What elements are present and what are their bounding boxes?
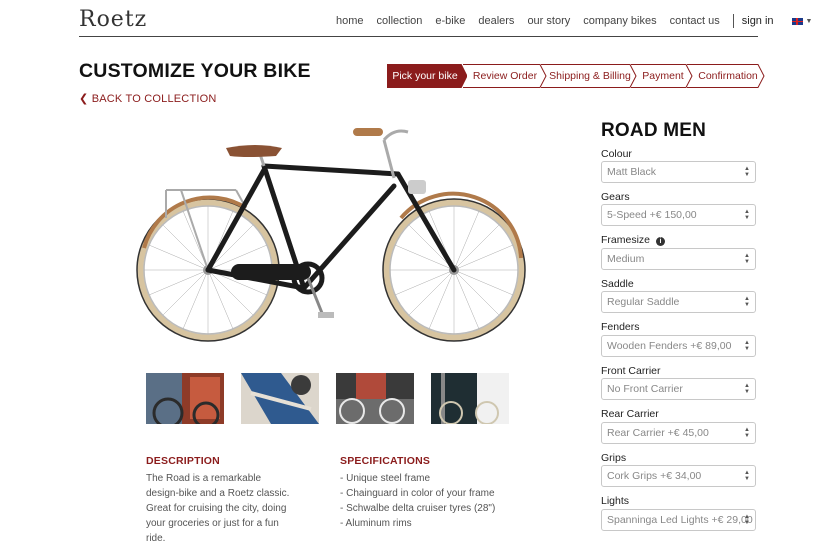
- grips-select[interactable]: Cork Grips +€ 34,00 ▲ ▼: [601, 465, 756, 487]
- grips-value: Cork Grips +€ 34,00: [607, 470, 702, 482]
- rear-carrier-label: Rear Carrier: [601, 408, 659, 420]
- framesize-value: Medium: [607, 253, 645, 265]
- nav-collection[interactable]: collection: [377, 15, 423, 27]
- thumbnail-1[interactable]: [146, 373, 224, 424]
- thumbnail-2[interactable]: [241, 373, 319, 424]
- select-arrows-icon: ▲ ▼: [744, 253, 750, 265]
- step-pick-your-bike[interactable]: Pick your bike: [387, 64, 467, 88]
- step-payment[interactable]: Payment: [631, 64, 693, 88]
- gears-select[interactable]: 5-Speed +€ 150,00 ▲ ▼: [601, 204, 756, 226]
- grips-label: Grips: [601, 452, 627, 464]
- back-link-label: BACK TO COLLECTION: [91, 93, 217, 105]
- gears-value: 5-Speed +€ 150,00: [607, 209, 697, 221]
- select-arrows-icon: ▲ ▼: [744, 296, 750, 308]
- spec-item: - Unique steel frame: [340, 473, 431, 484]
- thumbnail-4[interactable]: [431, 373, 509, 424]
- chevron-down-icon: ▼: [805, 17, 813, 25]
- front-carrier-label: Front Carrier: [601, 365, 661, 377]
- rear-carrier-value: Rear Carrier +€ 45,00: [607, 427, 709, 439]
- gears-label: Gears: [601, 191, 630, 203]
- nav-dealers[interactable]: dealers: [478, 15, 514, 27]
- step-shipping-billing[interactable]: Shipping & Billing: [541, 64, 637, 88]
- language-selector[interactable]: ▼: [791, 15, 813, 27]
- framesize-label: Framesize: [601, 234, 651, 246]
- spec-item: - Schwalbe delta cruiser tyres (28"): [340, 503, 496, 514]
- framesize-select[interactable]: Medium ▲ ▼: [601, 248, 756, 270]
- front-carrier-select[interactable]: No Front Carrier ▲ ▼: [601, 378, 756, 400]
- nav-contact-us[interactable]: contact us: [670, 15, 720, 27]
- uk-flag-icon: [791, 17, 803, 25]
- spec-item: - Aluminum rims: [340, 518, 412, 529]
- select-arrows-icon: ▲ ▼: [744, 166, 750, 178]
- lights-select[interactable]: Spanninga Led Lights +€ 29,00 ▲ ▼: [601, 509, 756, 531]
- select-arrows-icon: ▲ ▼: [744, 470, 750, 482]
- step-label: Payment: [642, 70, 684, 82]
- front-carrier-value: No Front Carrier: [607, 383, 683, 395]
- select-arrows-icon: ▲ ▼: [744, 383, 750, 395]
- step-confirmation[interactable]: Confirmation: [687, 64, 765, 88]
- nav-divider: [732, 14, 734, 28]
- select-arrows-icon: ▲ ▼: [744, 427, 750, 439]
- specifications-heading: SPECIFICATIONS: [340, 455, 431, 467]
- sign-in-link[interactable]: sign in: [742, 15, 774, 27]
- description-heading: DESCRIPTION: [146, 455, 220, 467]
- specifications-list: - Unique steel frame - Chainguard in col…: [340, 471, 495, 531]
- chevron-left-icon: ❮: [79, 93, 89, 105]
- saddle-label: Saddle: [601, 278, 634, 290]
- fenders-select[interactable]: Wooden Fenders +€ 89,00 ▲ ▼: [601, 335, 756, 357]
- fenders-label: Fenders: [601, 321, 640, 333]
- info-icon[interactable]: i: [656, 237, 666, 246]
- colour-value: Matt Black: [607, 166, 657, 178]
- header-divider: [79, 36, 758, 37]
- colour-select[interactable]: Matt Black ▲ ▼: [601, 161, 756, 183]
- rear-carrier-select[interactable]: Rear Carrier +€ 45,00 ▲ ▼: [601, 422, 756, 444]
- nav-our-story[interactable]: our story: [527, 15, 570, 27]
- saddle-value: Regular Saddle: [607, 296, 680, 308]
- select-arrows-icon: ▲ ▼: [744, 340, 750, 352]
- lights-value: Spanninga Led Lights +€ 29,00: [607, 514, 753, 526]
- thumbnail-3[interactable]: [336, 373, 414, 424]
- step-review-order[interactable]: Review Order: [463, 64, 547, 88]
- bike-image: [136, 118, 528, 350]
- colour-label: Colour: [601, 148, 632, 160]
- step-label: Shipping & Billing: [549, 70, 631, 82]
- fenders-value: Wooden Fenders +€ 89,00: [607, 340, 732, 352]
- page-title: CUSTOMIZE YOUR BIKE: [79, 60, 311, 82]
- nav-home[interactable]: home: [336, 15, 364, 27]
- step-label: Review Order: [472, 70, 538, 82]
- back-to-collection-link[interactable]: ❮ BACK TO COLLECTION: [79, 92, 217, 105]
- select-arrows-icon: ▲ ▼: [744, 514, 750, 526]
- product-title: ROAD MEN: [601, 120, 707, 141]
- framesize-label-row: Framesize i: [601, 234, 666, 246]
- main-nav: home collection e-bike dealers our story…: [336, 14, 812, 28]
- nav-company-bikes[interactable]: company bikes: [583, 15, 656, 27]
- step-label: Pick your bike: [392, 70, 458, 82]
- step-label: Confirmation: [698, 70, 758, 82]
- select-arrows-icon: ▲ ▼: [744, 209, 750, 221]
- roetz-logo[interactable]: Roetz: [79, 7, 147, 32]
- description-text: The Road is a remarkable design-bike and…: [146, 473, 290, 544]
- spec-item: - Chainguard in color of your frame: [340, 488, 495, 499]
- saddle-select[interactable]: Regular Saddle ▲ ▼: [601, 291, 756, 313]
- lights-label: Lights: [601, 495, 630, 507]
- nav-e-bike[interactable]: e-bike: [435, 15, 465, 27]
